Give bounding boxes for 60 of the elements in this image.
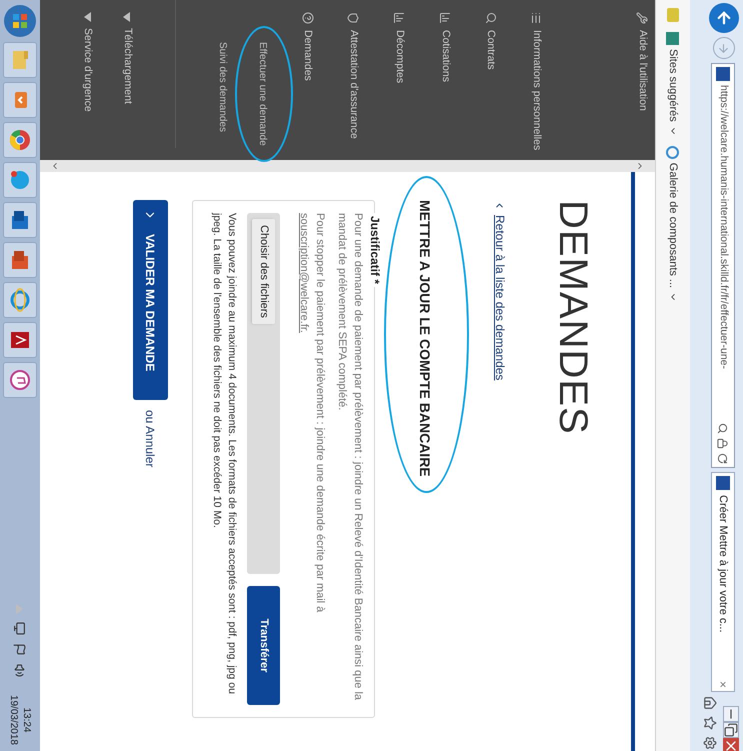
speaker-icon[interactable]: [14, 664, 26, 677]
page-title: DEMANDES: [553, 200, 593, 437]
help-icon: [302, 12, 314, 24]
instruction-text: Pour stopper le paiement par prélèvement : joindre une demande écrite par mail à souscription@welcare.fr.: [297, 213, 327, 614]
search-icon: [484, 12, 497, 24]
sidebar-item[interactable]: Service d'urgence: [79, 0, 95, 160]
chat-logo-icon[interactable]: [3, 162, 37, 198]
refresh-icon[interactable]: [718, 453, 728, 464]
site-favicon-icon: [716, 476, 730, 490]
wrench-icon: [636, 12, 648, 24]
section-heading: METTRE A JOUR LE COMPTE BANCAIRE: [416, 200, 434, 477]
page-icon: [666, 146, 680, 159]
upload-note: Vous pouvez joindre au maximum 4 documents. Les formats de fichiers acceptés sont : pdf, png, jpg ou jpeg. La taille de l'ensemble des fichiers ne doit pas excéder 10 Mo.: [210, 213, 239, 696]
restore-icon[interactable]: [723, 722, 739, 738]
tab-close-button[interactable]: ×: [714, 680, 732, 688]
favorites-link[interactable]: Sites suggérés: [664, 32, 682, 136]
bar-chart-icon: [393, 12, 406, 24]
settings-icon[interactable]: [703, 736, 717, 750]
sidebar-item[interactable]: Informations personnelles: [528, 0, 544, 160]
email-link[interactable]: souscription@welcare.fr.: [298, 213, 310, 333]
sidebar-item[interactable]: Aide à l'utilisation: [634, 0, 650, 160]
document-logo-icon[interactable]: [3, 322, 37, 358]
shield-icon: [347, 12, 360, 24]
lock-icon: [718, 438, 728, 449]
instruction-text: Pour une demande de paiement par prélèvement : joindre un Relevé d'Identité Bancaire ainsi que la mandat de prélèvement SEPA complété.: [335, 213, 365, 702]
back-link[interactable]: Retour à la liste des demandes: [491, 200, 509, 380]
submit-button[interactable]: VALIDER MA DEMANDE: [133, 200, 168, 400]
minimize-icon[interactable]: [723, 706, 739, 722]
close-icon[interactable]: [723, 738, 739, 751]
sidebar-item[interactable]: Demandes: [300, 0, 316, 160]
choose-files-button[interactable]: Choisir des fichiers: [252, 219, 275, 324]
star-icon[interactable]: [703, 716, 717, 730]
flag-icon[interactable]: [14, 642, 26, 656]
cancel-text: ou Annuler: [142, 410, 158, 468]
sidebar-item[interactable]: Décomptes: [391, 0, 407, 160]
file-input-field[interactable]: Choisir des fichiers: [247, 213, 280, 574]
site-favicon-icon: [716, 67, 730, 81]
browser-tab[interactable]: Créer Mettre à jour votre c... ×: [711, 472, 735, 692]
home-icon[interactable]: [703, 696, 717, 710]
start-orb-icon[interactable]: [3, 4, 37, 38]
upload-button[interactable]: Transférer: [247, 586, 280, 705]
clock[interactable]: 13:24 19/03/2018: [7, 694, 33, 745]
monitor-icon[interactable]: [14, 622, 26, 635]
bar-chart-icon: [438, 12, 451, 24]
sidebar-item[interactable]: Contrats: [482, 0, 498, 160]
sidebar-item[interactable]: Téléchargement: [119, 0, 135, 160]
favorites-link[interactable]: Galerie de composants ...: [664, 146, 682, 302]
mail-tile-icon[interactable]: [3, 202, 37, 238]
field-label: Justificatif *: [368, 216, 382, 284]
search-icon[interactable]: [718, 423, 728, 434]
site-tile-icon: [666, 32, 680, 45]
slides-tile-icon[interactable]: [3, 242, 37, 278]
sidebar-subitem[interactable]: Effectuer une demande: [256, 42, 268, 146]
tab-title: Créer Mettre à jour votre c...: [716, 495, 730, 633]
sidebar-item[interactable]: Attestation d'assurance: [346, 0, 362, 160]
address-field[interactable]: https://welcare.humanis-international.skilld.fr/fr/effectuer-une-: [711, 63, 735, 468]
sidebar-subitem[interactable]: Suivi des demandes: [216, 42, 228, 132]
back-button[interactable]: [709, 3, 739, 33]
sidebar-item[interactable]: Cotisations: [437, 0, 453, 160]
cancel-link[interactable]: Annuler: [144, 426, 158, 468]
